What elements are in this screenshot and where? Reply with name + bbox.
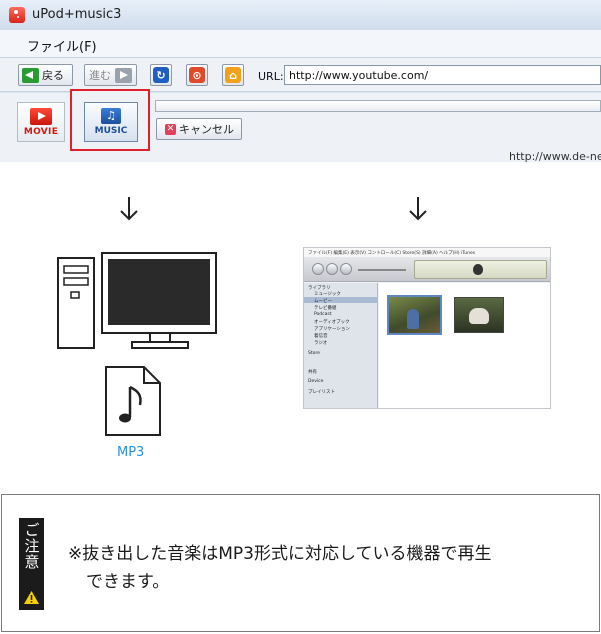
video-thumbnail: [454, 297, 504, 333]
music-note-icon: ♫: [101, 108, 121, 124]
itunes-sidebar-item: プレイリスト: [308, 390, 335, 395]
home-icon: ⌂: [225, 67, 241, 83]
itunes-menu-bar: ファイル(F) 編集(E) 表示(V) コントロール(C) Store(S) 詳…: [304, 248, 550, 257]
refresh-icon: ↻: [153, 67, 169, 83]
itunes-prev-button: [312, 263, 324, 275]
menu-bar: ファイル(F): [0, 30, 601, 58]
itunes-sidebar-item: 共有: [308, 370, 317, 375]
itunes-sidebar-item: アプリケーション: [314, 327, 350, 332]
back-button[interactable]: 戻る: [18, 64, 73, 86]
itunes-sidebar-item: 着信音: [314, 334, 328, 339]
forward-button[interactable]: 進む: [84, 64, 137, 86]
itunes-play-button: [326, 263, 338, 275]
music-file-icon: [105, 366, 161, 436]
itunes-sidebar-item: Store: [308, 351, 320, 356]
menu-file[interactable]: ファイル(F): [27, 36, 97, 55]
itunes-sidebar-item: Podcast: [314, 312, 332, 317]
caution-tag-text: ご注意: [22, 522, 41, 570]
music-button[interactable]: ♫ MUSIC: [84, 102, 138, 142]
url-label: URL:: [258, 70, 284, 83]
itunes-sidebar-item: オーディオブック: [314, 320, 350, 325]
itunes-sidebar-item: Device: [308, 379, 324, 384]
music-label: MUSIC: [94, 126, 128, 136]
itunes-sidebar-item: ラジオ: [314, 341, 328, 346]
itunes-screenshot: ファイル(F) 編集(E) 表示(V) コントロール(C) Store(S) 詳…: [303, 247, 551, 409]
download-progress-bar: [155, 100, 601, 112]
down-arrow-icon: [409, 197, 427, 221]
caution-tag: ご注意: [19, 518, 44, 610]
window-title: uPod+music3: [32, 7, 122, 22]
down-arrow-icon: [120, 197, 138, 221]
title-bar: uPod+music3: [0, 0, 601, 30]
status-url: http://www.de-ne: [509, 150, 601, 163]
movie-icon: [30, 107, 52, 125]
refresh-button[interactable]: ↻: [150, 64, 172, 86]
itunes-sidebar-item: テレビ番組: [314, 306, 337, 311]
url-input[interactable]: [284, 65, 601, 85]
itunes-content: [379, 283, 550, 408]
itunes-display: [414, 260, 547, 279]
itunes-sidebar: ライブラリ ミュージック ムービー テレビ番組 Podcast オーディオブック…: [304, 283, 378, 408]
arrow-left-icon: [22, 67, 39, 83]
computer-icon: [57, 252, 217, 349]
mp3-label: MP3: [117, 445, 145, 460]
video-thumbnail: [387, 295, 442, 335]
app-icon: [9, 7, 25, 23]
apple-logo-icon: [473, 264, 483, 275]
cancel-label: キャンセル: [179, 123, 234, 136]
forward-label: 進む: [89, 69, 111, 82]
caution-line-2: できます。: [86, 572, 170, 592]
stop-button[interactable]: ⊙: [186, 64, 208, 86]
movie-button[interactable]: MOVIE: [17, 102, 65, 142]
itunes-toolbar: [304, 257, 550, 282]
caution-line-1: ※抜き出した音楽はMP3形式に対応している機器で再生: [68, 544, 492, 564]
home-button[interactable]: ⌂: [222, 64, 244, 86]
warning-icon: [24, 591, 39, 604]
itunes-volume-slider: [358, 269, 406, 271]
stop-icon: ⊙: [189, 67, 205, 83]
caution-text: ※抜き出した音楽はMP3形式に対応している機器で再生 できます。: [68, 540, 588, 596]
cancel-button[interactable]: ✕ キャンセル: [156, 118, 242, 140]
close-icon: ✕: [165, 123, 176, 135]
arrow-right-icon: [115, 67, 132, 83]
navigation-bar: 戻る 進む ↻ ⊙ ⌂ URL:: [0, 58, 601, 92]
back-label: 戻る: [42, 69, 64, 82]
movie-label: MOVIE: [23, 126, 59, 137]
itunes-sidebar-item: ムービー: [314, 299, 332, 304]
itunes-sidebar-item: ミュージック: [314, 292, 341, 297]
itunes-next-button: [340, 263, 352, 275]
